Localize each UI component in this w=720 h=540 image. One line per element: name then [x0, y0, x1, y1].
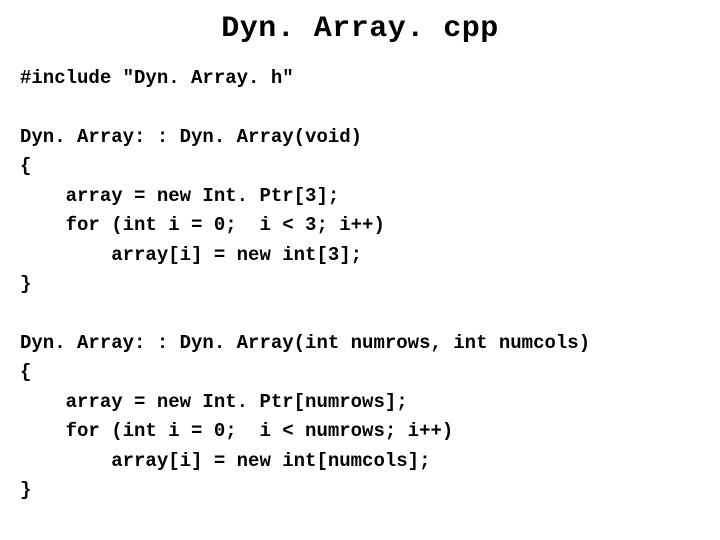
page-title: Dyn. Array. cpp — [20, 12, 700, 46]
code-block: #include "Dyn. Array. h" Dyn. Array: : D… — [20, 64, 700, 506]
slide-page: Dyn. Array. cpp #include "Dyn. Array. h"… — [0, 0, 720, 540]
